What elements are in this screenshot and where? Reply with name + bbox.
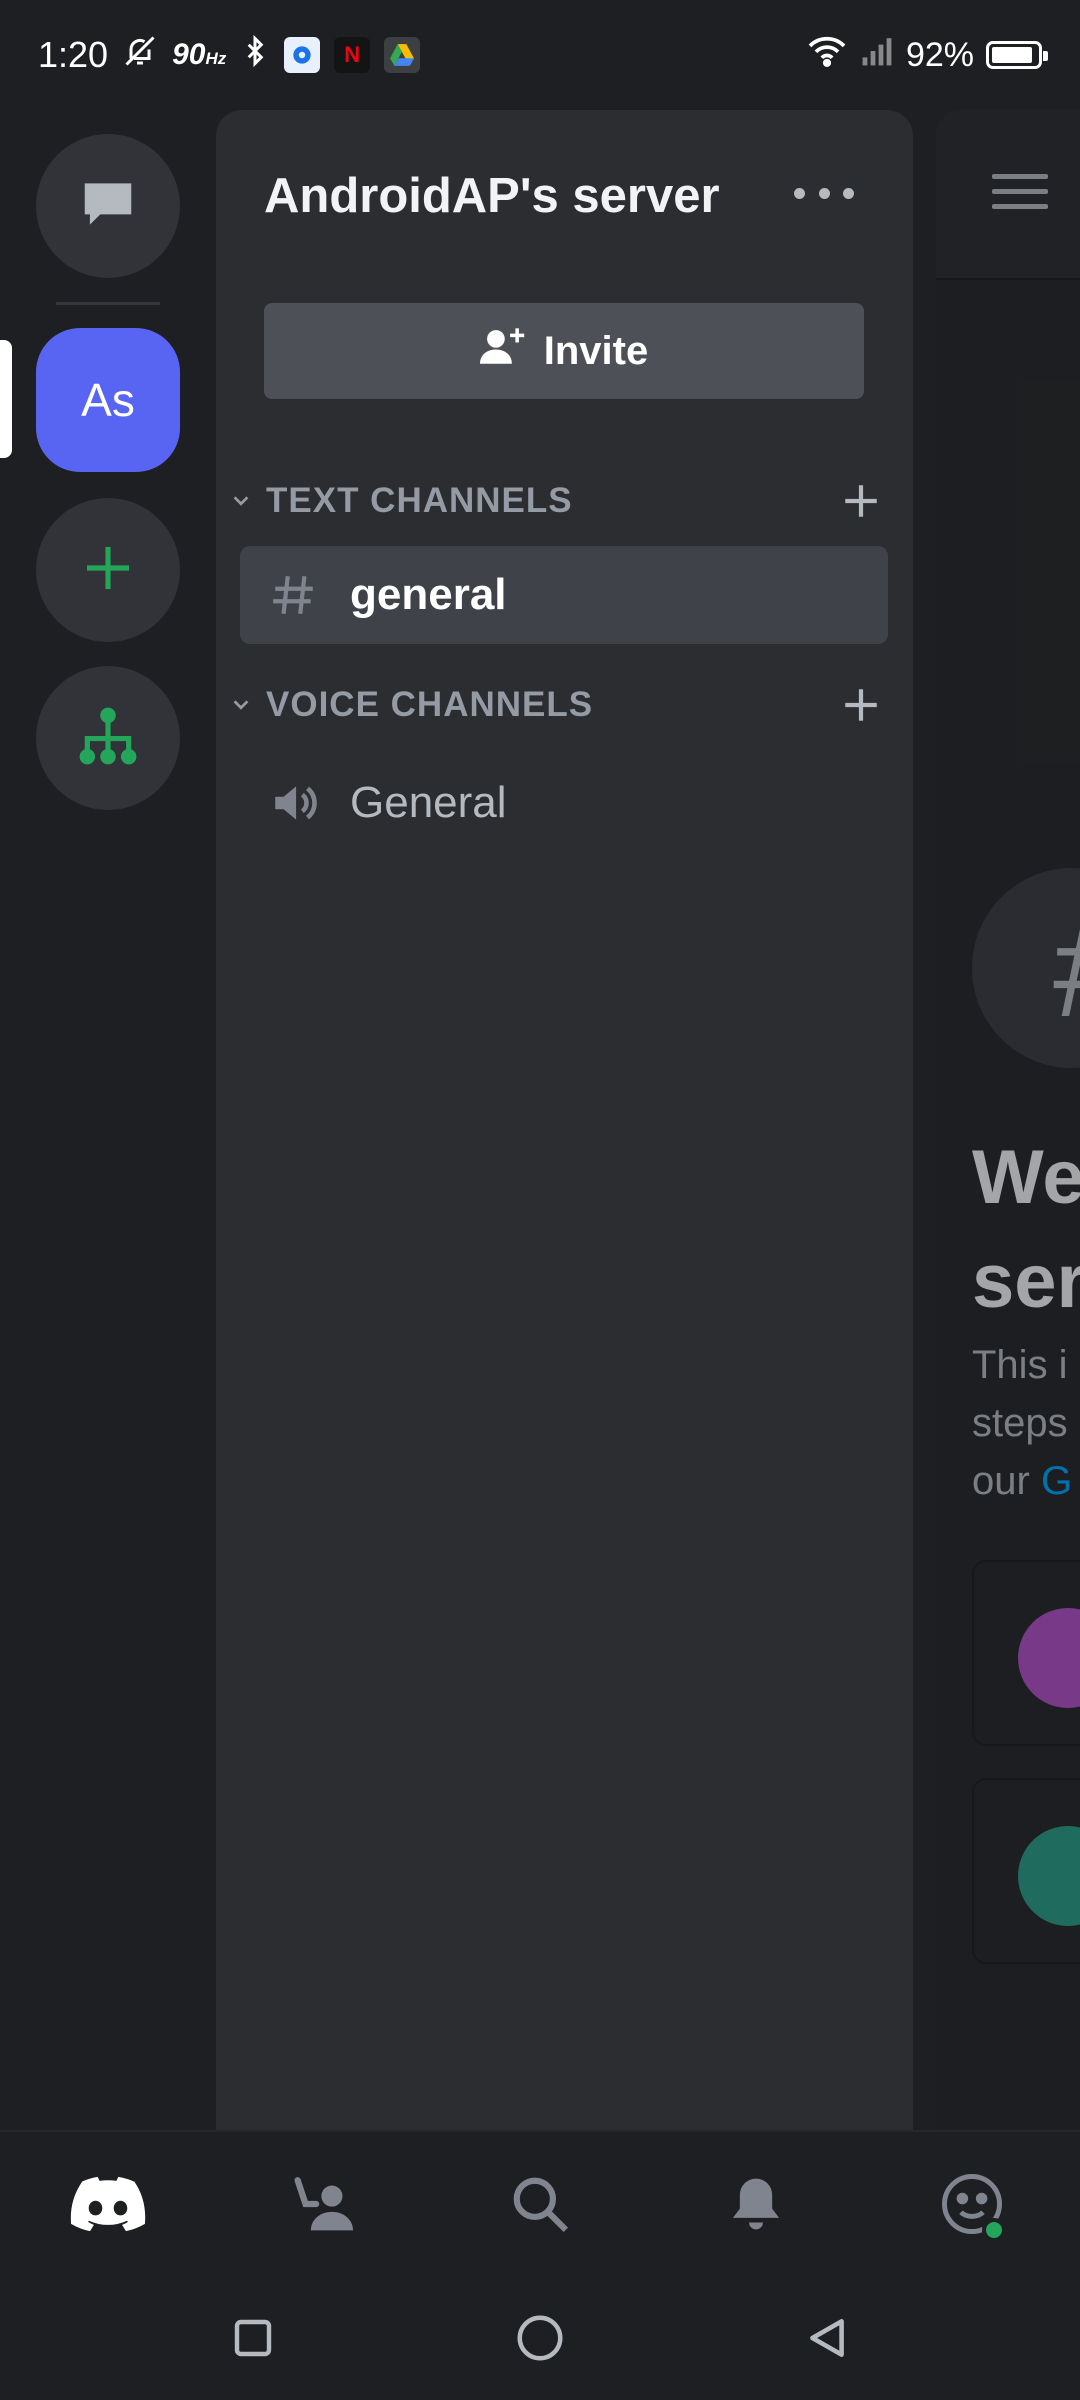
server-rail: As <box>0 110 215 2130</box>
add-text-channel-button[interactable] <box>840 480 882 522</box>
server-name[interactable]: AndroidAP's server <box>264 168 720 224</box>
netflix-app-icon: N <box>334 37 371 73</box>
category-label: VOICE CHANNELS <box>266 685 594 724</box>
circle-icon <box>513 2311 567 2370</box>
add-voice-channel-button[interactable] <box>840 684 882 726</box>
chat-bubble-icon <box>77 173 139 240</box>
selected-server-indicator <box>0 340 12 458</box>
speaker-icon <box>268 778 320 828</box>
channel-general-text[interactable]: general <box>240 546 888 644</box>
nav-notifications-button[interactable] <box>706 2156 806 2256</box>
more-dot <box>818 187 830 199</box>
settings-app-icon <box>284 37 321 73</box>
nav-search-button[interactable] <box>490 2156 590 2256</box>
status-bar: 1:20 90Hz N 92% <box>0 0 1080 110</box>
category-label: TEXT CHANNELS <box>266 481 573 520</box>
battery-icon <box>986 41 1048 69</box>
channel-name: general <box>350 570 507 619</box>
dim-overlay <box>936 110 1080 2130</box>
nav-profile-button[interactable] <box>922 2156 1022 2256</box>
nav-home-button[interactable] <box>58 2156 158 2256</box>
refresh-rate-value: 90 <box>172 38 206 71</box>
more-dot <box>843 187 854 199</box>
category-text-channels[interactable]: TEXT CHANNELS <box>230 480 900 522</box>
add-person-icon <box>479 325 526 377</box>
refresh-rate: 90Hz <box>172 38 226 72</box>
square-icon <box>229 2314 277 2367</box>
mute-bell-icon <box>122 33 158 78</box>
server-icon-androidap[interactable]: As <box>36 328 180 472</box>
hierarchy-icon <box>77 705 139 772</box>
server-initials: As <box>81 374 135 426</box>
invite-button[interactable]: Invite <box>264 303 864 399</box>
server-options-button[interactable] <box>794 178 854 208</box>
rail-divider <box>56 302 160 305</box>
wifi-icon <box>806 34 848 77</box>
status-bar-right: 92% <box>806 34 1048 77</box>
drive-app-icon <box>384 37 421 73</box>
discord-logo-icon <box>70 2175 146 2238</box>
friends-wave-icon <box>291 2175 357 2238</box>
status-bar-left: 1:20 90Hz N <box>38 33 421 78</box>
cellular-signal-icon <box>860 35 894 76</box>
chevron-down-icon <box>230 694 260 716</box>
bell-icon <box>728 2174 784 2239</box>
bottom-nav <box>0 2130 1080 2280</box>
invite-label: Invite <box>543 328 649 373</box>
bluetooth-icon <box>240 33 270 78</box>
recent-apps-button[interactable] <box>213 2300 293 2380</box>
chevron-down-icon <box>230 490 260 512</box>
channel-general-voice[interactable]: General <box>240 754 888 852</box>
plus-icon <box>80 540 136 601</box>
add-server-button[interactable] <box>36 498 180 642</box>
clock: 1:20 <box>38 34 109 75</box>
home-button[interactable] <box>500 2300 580 2380</box>
discord-server-screen: 1:20 90Hz N 92% As AndroidAP's server In… <box>0 0 1080 2400</box>
battery-fill <box>992 47 1033 63</box>
channel-name: General <box>350 778 507 827</box>
system-nav-bar <box>0 2280 1080 2400</box>
back-button[interactable] <box>787 2300 867 2380</box>
back-triangle-icon <box>802 2313 852 2368</box>
category-voice-channels[interactable]: VOICE CHANNELS <box>230 684 900 726</box>
online-status-dot <box>982 2218 1006 2242</box>
battery-percent: 92% <box>905 35 974 74</box>
refresh-rate-unit: Hz <box>205 49 227 68</box>
search-icon <box>509 2173 571 2240</box>
more-dot <box>794 187 805 199</box>
chat-area-peek[interactable]: # We ser This i steps our G <box>936 110 1080 2130</box>
direct-messages-button[interactable] <box>36 134 180 278</box>
discover-servers-button[interactable] <box>36 666 180 810</box>
hashtag-icon <box>268 570 320 620</box>
nav-friends-button[interactable] <box>274 2156 374 2256</box>
channel-panel: AndroidAP's server Invite TEXT CHANNELS <box>216 110 913 2130</box>
